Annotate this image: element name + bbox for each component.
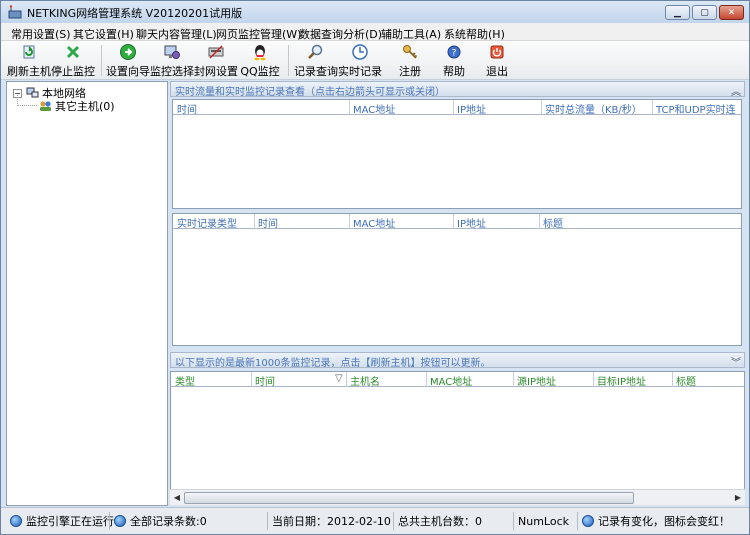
alert-globe-icon <box>582 515 594 527</box>
tree-line <box>17 105 37 106</box>
column-header[interactable]: MAC地址 <box>351 215 395 230</box>
monitor-log-header: 类型 时间 ▽ 主机名 MAC地址 源IP地址 目标IP地址 标题 <box>171 372 744 388</box>
column-header[interactable]: MAC地址 <box>351 101 395 116</box>
register-button[interactable]: 注册 <box>390 43 430 79</box>
traffic-table[interactable]: 时间 MAC地址 IP地址 实时总流量（KB/秒） TCP和UDP实时连 <box>172 99 742 209</box>
column-header[interactable]: 标题 <box>674 373 696 388</box>
app-icon <box>8 5 22 19</box>
column-header[interactable]: 实时总流量（KB/秒） <box>543 101 642 116</box>
qq-icon <box>254 45 266 61</box>
collapse-up-icon[interactable]: ︽ <box>731 83 741 98</box>
toolbar-separator <box>101 45 102 76</box>
maximize-button[interactable]: ▢ <box>692 5 717 20</box>
column-header[interactable]: 源IP地址 <box>515 373 556 388</box>
menu-web-monitor[interactable]: 网页监控管理(W) <box>216 26 301 42</box>
minimize-icon: ▁ <box>674 7 681 18</box>
exit-button[interactable]: 退出 <box>477 43 517 79</box>
network-icon <box>26 87 39 98</box>
close-button[interactable]: ✕ <box>719 5 744 20</box>
status-numlock: NumLock <box>518 514 569 528</box>
column-header[interactable]: TCP和UDP实时连 <box>654 101 736 116</box>
search-icon <box>308 44 323 59</box>
help-button[interactable]: ? 帮助 <box>434 43 474 79</box>
stop-monitor-button[interactable]: 停止监控 <box>51 43 95 79</box>
column-header[interactable]: 类型 <box>173 373 195 388</box>
monitor-select-button[interactable]: 监控选择 <box>150 43 194 79</box>
tree-child-label: 其它主机(0) <box>55 100 115 113</box>
window-title: NETKING网络管理系统 V20120201试用版 <box>27 7 243 20</box>
host-tree[interactable]: − 本地网络 其它主机(0) <box>6 81 168 506</box>
menu-other-settings[interactable]: 其它设置(H) <box>73 26 134 42</box>
block-network-icon <box>208 45 224 59</box>
block-network-button[interactable]: 封网设置 <box>194 43 238 79</box>
column-header[interactable]: 时间 <box>256 215 278 230</box>
globe-icon <box>10 515 22 527</box>
help-icon: ? <box>447 45 461 59</box>
toolbar-separator <box>288 45 289 76</box>
realtime-records-header: 实时记录类型 时间 MAC地址 IP地址 标题 <box>173 214 741 230</box>
realtime-panel-title: 实时流量和实时监控记录查看（点击右边箭头可显示或关闭） <box>175 87 445 98</box>
menu-data-query[interactable]: 数据查询分析(D) <box>299 26 382 42</box>
qq-monitor-button[interactable]: QQ监控 <box>240 43 280 79</box>
menu-common-settings[interactable]: 常用设置(S) <box>11 26 71 42</box>
refresh-icon <box>23 45 35 59</box>
close-icon: ✕ <box>727 7 736 18</box>
wizard-icon <box>120 44 136 60</box>
monitor-log-table[interactable]: 类型 时间 ▽ 主机名 MAC地址 源IP地址 目标IP地址 标题 <box>170 371 745 489</box>
monitor-select-icon <box>164 45 180 59</box>
hosts-group-icon <box>40 101 51 111</box>
column-header[interactable]: 实时记录类型 <box>175 215 237 230</box>
realtime-records-table[interactable]: 实时记录类型 时间 MAC地址 IP地址 标题 <box>172 213 742 346</box>
status-engine: 监控引擎正在运行 <box>10 513 114 529</box>
toolbar: 刷新主机 停止监控 设置向导 监控选择 封网设置 QQ监控 记录查询 实时记录 … <box>1 41 749 80</box>
log-panel-header: 以下显示的是最新1000条监控记录，点击【刷新主机】按钮可以更新。 ︾ <box>170 352 745 369</box>
key-icon <box>403 45 418 59</box>
status-total-records: 全部记录条数:0 <box>114 513 207 529</box>
log-panel-title: 以下显示的是最新1000条监控记录，点击【刷新主机】按钮可以更新。 <box>175 358 491 369</box>
svg-text:?: ? <box>452 49 457 59</box>
scroll-right-icon[interactable]: ▶ <box>732 492 744 504</box>
column-header[interactable]: 时间 <box>253 373 275 388</box>
scrollbar-thumb[interactable] <box>184 492 634 504</box>
realtime-record-button[interactable]: 实时记录 <box>338 43 382 79</box>
column-header[interactable]: 标题 <box>541 215 563 230</box>
column-header[interactable]: 目标IP地址 <box>595 373 646 388</box>
record-query-button[interactable]: 记录查询 <box>294 43 338 79</box>
setup-wizard-button[interactable]: 设置向导 <box>106 43 150 79</box>
status-hint: 记录有变化，图标会变红！ <box>582 513 730 529</box>
records-icon <box>114 515 126 527</box>
main-window: NETKING网络管理系统 V20120201试用版 ▁ ▢ ✕ 常用设置(S)… <box>0 0 750 535</box>
menu-help[interactable]: 系统帮助(H) <box>444 26 505 42</box>
minimize-button[interactable]: ▁ <box>665 5 690 20</box>
sort-descending-icon[interactable]: ▽ <box>333 373 343 386</box>
status-bar: 监控引擎正在运行 全部记录条数:0 当前日期：2012-02-10 总共主机台数… <box>1 507 749 534</box>
menu-bar: 常用设置(S) 其它设置(H) 聊天内容管理(L) 网页监控管理(W) 数据查询… <box>1 23 749 41</box>
maximize-icon: ▢ <box>700 7 709 18</box>
refresh-hosts-button[interactable]: 刷新主机 <box>7 43 51 79</box>
stop-icon <box>66 45 80 59</box>
tree-node-other-hosts[interactable]: 其它主机(0) <box>39 98 115 114</box>
scroll-left-icon[interactable]: ◀ <box>171 492 183 504</box>
column-header[interactable]: 主机名 <box>348 373 380 388</box>
clock-icon <box>352 44 368 60</box>
collapse-down-icon[interactable]: ︾ <box>731 354 741 369</box>
title-bar[interactable]: NETKING网络管理系统 V20120201试用版 ▁ ▢ ✕ <box>1 1 749 23</box>
traffic-table-header: 时间 MAC地址 IP地址 实时总流量（KB/秒） TCP和UDP实时连 <box>173 100 741 116</box>
column-header[interactable]: IP地址 <box>455 101 486 116</box>
horizontal-scrollbar[interactable]: ◀ ▶ <box>170 489 745 505</box>
realtime-panel-header: 实时流量和实时监控记录查看（点击右边箭头可显示或关闭） ︽ <box>170 81 745 98</box>
menu-chat-management[interactable]: 聊天内容管理(L) <box>136 26 217 42</box>
exit-icon <box>490 45 504 59</box>
menu-tools[interactable]: 辅助工具(A) <box>381 26 441 42</box>
column-header[interactable]: 时间 <box>175 101 197 116</box>
status-date: 当前日期：2012-02-10 <box>272 515 391 528</box>
status-host-count: 总共主机台数：0 <box>398 515 482 528</box>
column-header[interactable]: MAC地址 <box>428 373 472 388</box>
column-header[interactable]: IP地址 <box>455 215 486 230</box>
